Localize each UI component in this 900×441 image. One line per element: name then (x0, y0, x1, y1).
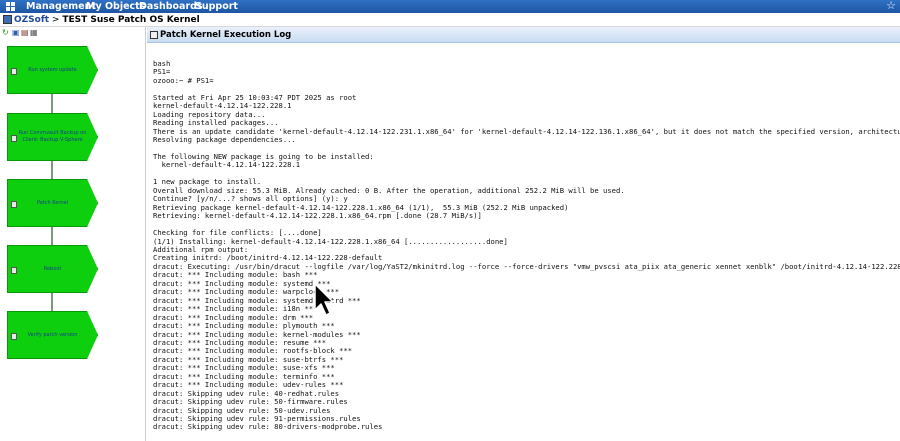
workflow-connector (51, 293, 53, 312)
log-line: (1/1) Installing: kernel-default-4.12.14… (153, 236, 508, 246)
log-line: Resolving package dependencies... (153, 135, 296, 145)
step-label: Reboot (43, 265, 62, 272)
delete-icon[interactable]: ▤ (21, 29, 29, 37)
workflow-connector (51, 160, 53, 180)
panel-header: Patch Kernel Execution Log (147, 27, 900, 43)
log-line: Retrieving: kernel-default-4.12.14-122.2… (153, 211, 482, 221)
breadcrumb-separator: > (49, 15, 63, 25)
star-icon[interactable]: ☆ (886, 0, 896, 12)
log-line: bash (153, 60, 171, 68)
step-script-icon (11, 68, 17, 75)
top-menu-bar: Management My Objects Dashboards Support… (0, 0, 900, 13)
execution-log-panel: Patch Kernel Execution Log bash PS1= ozooo… (147, 27, 900, 441)
breadcrumb-org-link[interactable]: OZSoft (14, 15, 49, 25)
step-script-icon (11, 201, 17, 208)
menu-dashboards[interactable]: Dashboards (139, 0, 203, 13)
step-label: Patch Kernel (36, 199, 69, 206)
log-line: PS1= (153, 67, 171, 77)
breadcrumb: OZSoft > TEST Suse Patch OS Kernel (14, 13, 200, 27)
log-line: kernel-default-4.12.14-122.228.1 (153, 160, 301, 170)
save-icon[interactable]: ▣ (12, 29, 20, 37)
step-label: Run Commvault Backup on Client: Backup V… (18, 130, 87, 143)
workflow-panel: ↻ ▣ ▤ ▦ Run system update Run Commvault … (0, 27, 146, 441)
refresh-icon[interactable]: ↻ (2, 29, 10, 37)
print-icon[interactable]: ▦ (30, 29, 38, 37)
workflow-connector (51, 94, 53, 114)
breadcrumb-bar: OZSoft > TEST Suse Patch OS Kernel (0, 13, 900, 27)
panel-title: Patch Kernel Execution Log (160, 30, 292, 40)
workflow-connector (51, 227, 53, 246)
workflow-step-commvault-backup[interactable]: Run Commvault Backup on Client: Backup V… (7, 113, 98, 161)
step-script-icon (11, 267, 17, 274)
mouse-cursor-icon (314, 283, 334, 316)
workflow-step-verify-patch[interactable]: Verify patch version (7, 311, 98, 359)
grid-icon[interactable] (6, 2, 15, 11)
step-label: Run system update (28, 66, 77, 73)
window-icon (3, 15, 12, 24)
step-script-icon (11, 135, 17, 142)
menu-support[interactable]: Support (195, 0, 238, 13)
workflow-step-patch-kernel[interactable]: Patch Kernel (7, 179, 98, 227)
log-line: ozooo:~ # PS1= (153, 75, 214, 85)
log-icon (150, 31, 158, 39)
step-script-icon (11, 333, 17, 340)
log-line: dracut: Skipping udev rule: 80-drivers-m… (153, 422, 383, 432)
workflow-step-run-system-update[interactable]: Run system update (7, 46, 98, 94)
workflow-step-reboot[interactable]: Reboot (7, 245, 98, 293)
execution-log[interactable]: bash PS1= ozooo:~ # PS1= Started at Fri Ap… (153, 60, 900, 441)
page-title: TEST Suse Patch OS Kernel (62, 15, 200, 25)
step-label: Verify patch version (27, 331, 78, 338)
menu-my-objects[interactable]: My Objects (86, 0, 145, 13)
